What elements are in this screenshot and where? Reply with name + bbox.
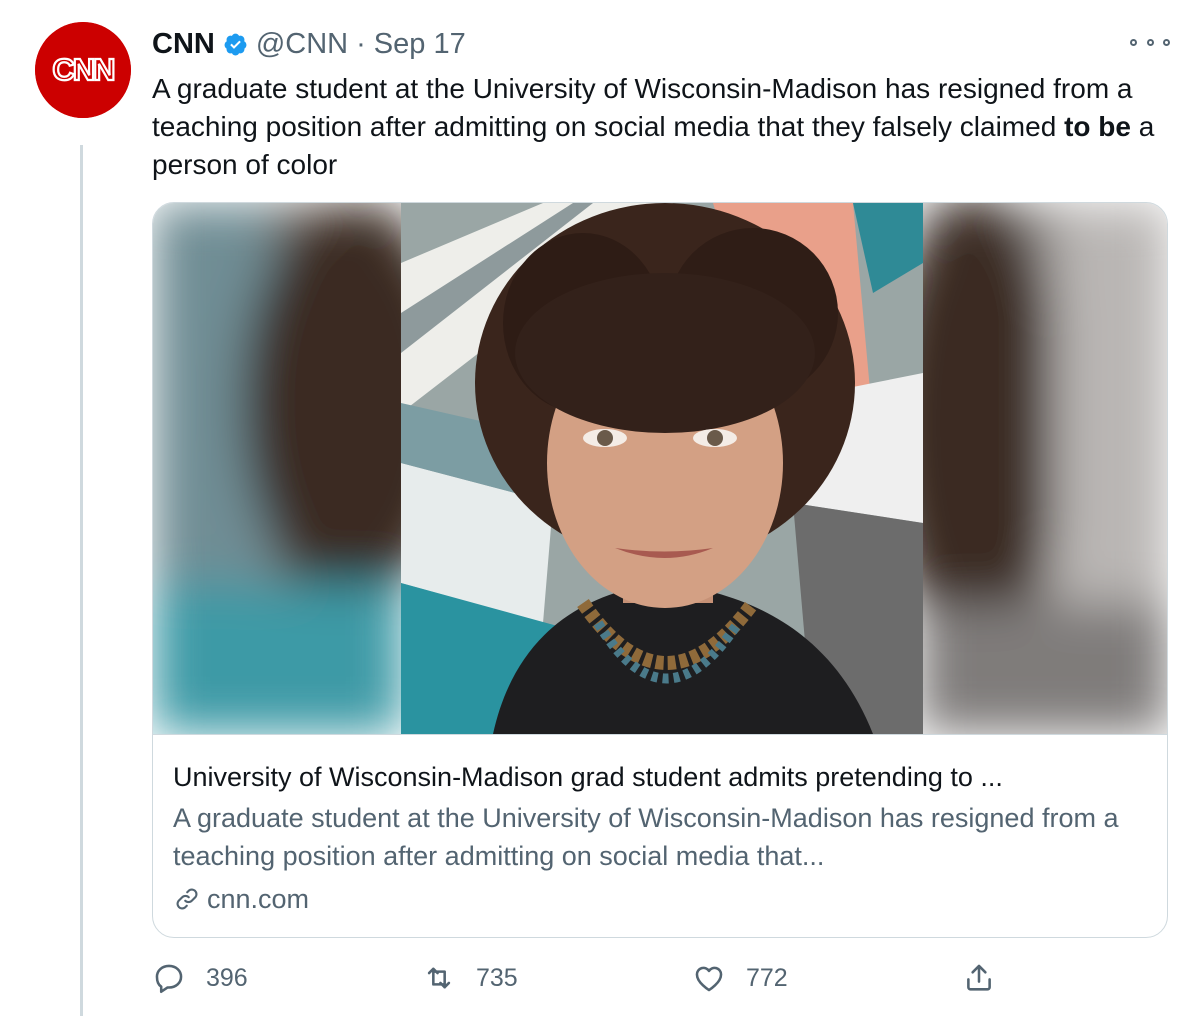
author-handle[interactable]: @CNN	[256, 28, 348, 61]
tweet-text-part: A graduate student at the University of …	[152, 73, 1133, 142]
card-description: A graduate student at the University of …	[173, 803, 1119, 871]
heart-icon	[695, 966, 723, 992]
retweet-button[interactable]: 735	[422, 958, 518, 998]
card-domain-link[interactable]: cnn.com	[173, 881, 309, 917]
link-icon	[176, 888, 198, 910]
more-dot-icon	[1163, 38, 1170, 46]
card-title[interactable]: University of Wisconsin-Madison grad stu…	[173, 759, 1143, 795]
more-options-button[interactable]	[1130, 30, 1170, 54]
verified-badge-icon	[224, 33, 247, 55]
like-count: 772	[746, 963, 788, 992]
link-card[interactable]: University of Wisconsin-Madison grad stu…	[152, 202, 1168, 938]
like-button[interactable]: 772	[692, 958, 788, 998]
share-icon	[967, 964, 991, 991]
portrait-photo	[153, 203, 1167, 734]
separator-dot: ·	[356, 27, 366, 60]
tweet-text: A graduate student at the University of …	[152, 70, 1162, 184]
more-dot-icon	[1130, 38, 1137, 46]
tweet-actions: 396 735 772	[152, 958, 1032, 998]
svg-text:CNN: CNN	[52, 52, 114, 87]
avatar[interactable]: CNN	[35, 22, 131, 118]
reply-icon	[155, 964, 183, 994]
card-domain: cnn.com	[207, 884, 310, 914]
tweet-header: CNN @CNN · Sep 17	[152, 24, 466, 64]
tweet-text-bold: to be	[1064, 111, 1131, 142]
thread-line	[80, 145, 83, 1016]
card-body[interactable]: University of Wisconsin-Madison grad stu…	[153, 735, 1167, 937]
tweet: CNN CNN @CNN · Sep 17 A graduate student…	[0, 0, 1202, 1016]
more-dot-icon	[1146, 38, 1154, 46]
cnn-logo-icon: CNN	[35, 22, 131, 118]
tweet-date[interactable]: Sep 17	[374, 28, 466, 61]
retweet-icon	[427, 967, 451, 989]
card-image[interactable]	[153, 203, 1167, 735]
author-name[interactable]: CNN	[152, 28, 215, 61]
retweet-count: 735	[476, 963, 518, 992]
reply-button[interactable]: 396	[152, 958, 248, 998]
share-button[interactable]	[962, 958, 1016, 998]
reply-count: 396	[206, 963, 248, 992]
